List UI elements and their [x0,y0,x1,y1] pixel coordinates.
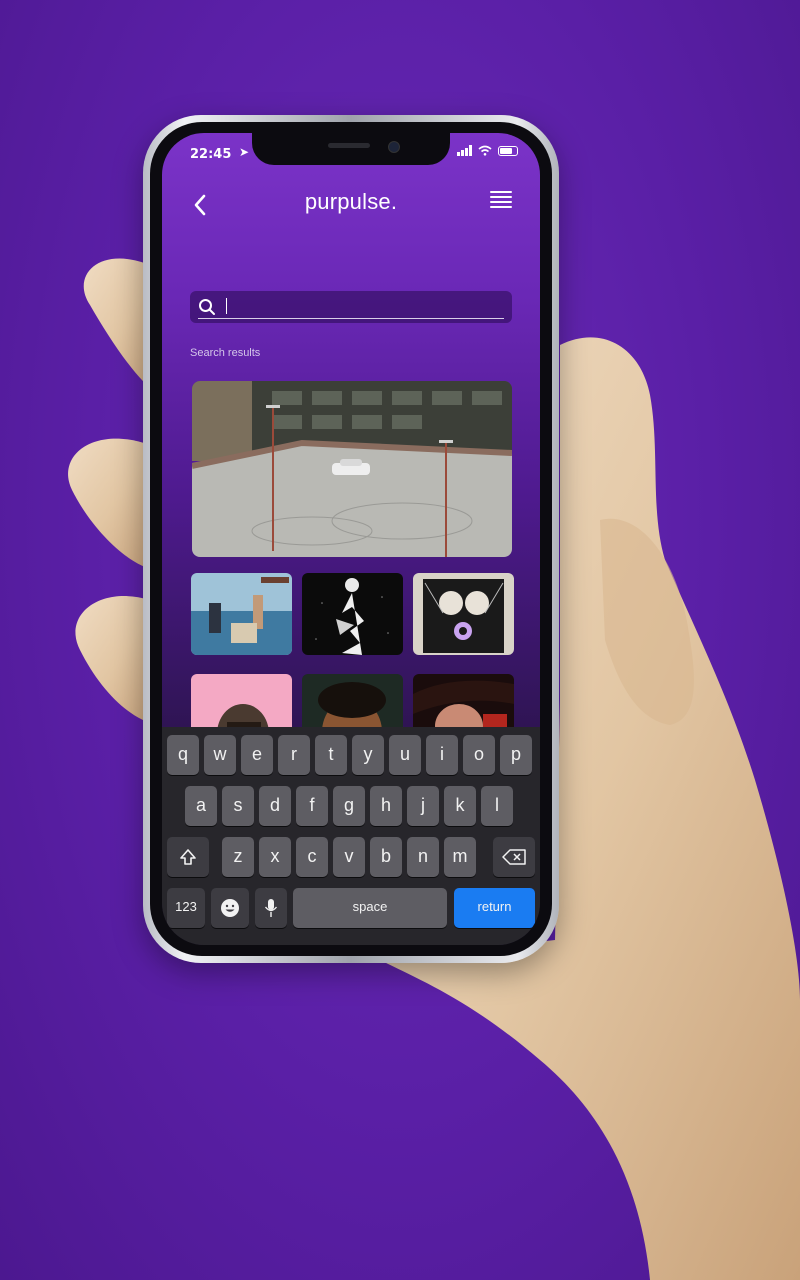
shift-key[interactable] [167,837,209,877]
status-icons [457,145,518,156]
key-x[interactable]: x [259,837,291,877]
key-j[interactable]: j [407,786,439,826]
key-h[interactable]: h [370,786,402,826]
key-n[interactable]: n [407,837,439,877]
album-art-bw-figure [302,573,403,655]
phone-screen: 22:45 ➤ purpulse. Search results q w e r… [162,133,540,945]
search-underline [198,318,504,319]
key-e[interactable]: e [241,735,273,775]
album-art-seaside [191,573,292,655]
search-input[interactable] [224,295,502,319]
menu-button[interactable] [490,191,512,209]
key-q[interactable]: q [167,735,199,775]
key-c[interactable]: c [296,837,328,877]
key-d[interactable]: d [259,786,291,826]
search-results-label: Search results [190,347,261,359]
result-thumb-2[interactable] [302,573,403,655]
key-l[interactable]: l [481,786,513,826]
emoji-key[interactable] [211,888,249,928]
emoji-icon [221,899,239,917]
signal-icon [457,145,472,156]
key-w[interactable]: w [204,735,236,775]
app-title: purpulse. [304,189,398,214]
key-v[interactable]: v [333,837,365,877]
key-s[interactable]: s [222,786,254,826]
space-key[interactable]: space [293,888,447,928]
shift-icon [180,849,196,865]
return-key[interactable]: return [454,888,535,928]
key-i[interactable]: i [426,735,458,775]
result-thumb-3[interactable] [413,573,514,655]
front-camera [388,141,400,153]
wifi-icon [478,145,492,156]
key-p[interactable]: p [500,735,532,775]
backspace-icon [502,849,526,865]
text-cursor [226,298,227,314]
key-g[interactable]: g [333,786,365,826]
microphone-key[interactable] [255,888,287,928]
key-a[interactable]: a [185,786,217,826]
numbers-key[interactable]: 123 [167,888,205,928]
key-r[interactable]: r [278,735,310,775]
status-time: 22:45 [190,147,232,162]
album-art-illustrated [413,573,514,655]
key-o[interactable]: o [463,735,495,775]
result-thumb-1[interactable] [191,573,292,655]
search-icon [199,299,215,315]
location-arrow-icon: ➤ [239,145,250,159]
key-m[interactable]: m [444,837,476,877]
key-y[interactable]: y [352,735,384,775]
result-card-featured[interactable] [192,381,512,557]
key-t[interactable]: t [315,735,347,775]
on-screen-keyboard: q w e r t y u i o p a s d f g h j k l z … [162,727,540,945]
key-u[interactable]: u [389,735,421,775]
battery-icon [498,145,518,156]
key-f[interactable]: f [296,786,328,826]
microphone-icon [264,899,278,917]
notch [252,133,450,165]
key-z[interactable]: z [222,837,254,877]
backspace-key[interactable] [493,837,535,877]
search-bar[interactable] [190,291,512,323]
key-k[interactable]: k [444,786,476,826]
key-b[interactable]: b [370,837,402,877]
speaker-grille [328,143,370,148]
rooftop-parking-artwork [192,381,512,557]
